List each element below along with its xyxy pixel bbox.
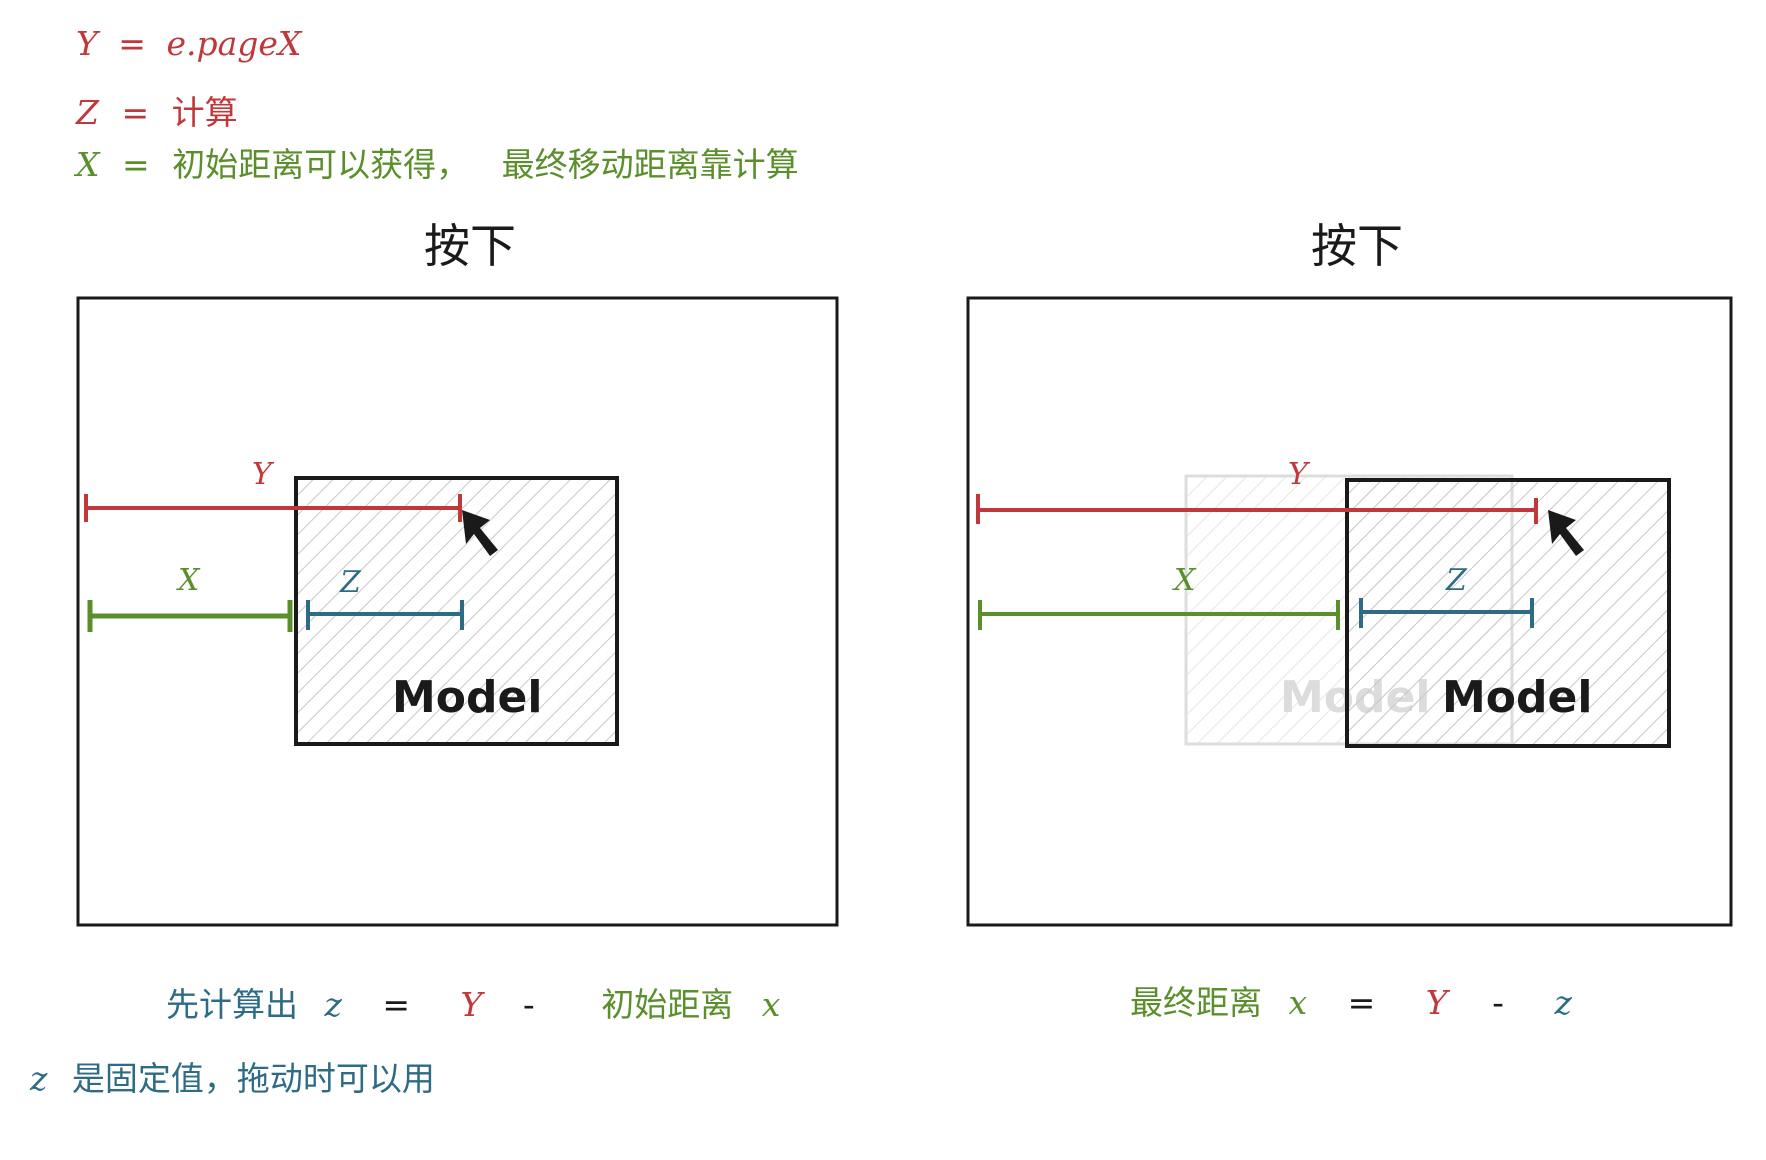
panel-1-caption: 先计算出 z = Y - 初始距离 x bbox=[166, 978, 780, 1026]
panel-2-caption-y: Y bbox=[1425, 983, 1448, 1022]
panel-2-caption-minus: - bbox=[1492, 983, 1504, 1022]
panel-2-x-label: X bbox=[1172, 563, 1197, 598]
panel-1-caption-dist: 初始距离 bbox=[601, 985, 734, 1024]
panel-1-model-label: Model bbox=[392, 672, 542, 723]
footer-note: z 是固定值，拖动时可以用 bbox=[30, 1052, 435, 1100]
panel-1-caption-eq: = bbox=[382, 985, 411, 1024]
panel-2-caption-z: z bbox=[1554, 983, 1572, 1022]
panel-2-model-label: Model bbox=[1442, 672, 1592, 723]
panel-1-caption-prefix: 先计算出 bbox=[166, 985, 298, 1024]
panel-1-z-label: Z bbox=[339, 565, 362, 600]
panel-2-caption: 最终距离 x = Y - z bbox=[1130, 976, 1572, 1024]
panel-2-y-label: Y bbox=[1288, 457, 1311, 492]
footer-text: 是固定值，拖动时可以用 bbox=[71, 1059, 435, 1098]
panel-1-caption-z: z bbox=[324, 985, 342, 1024]
panel-2-caption-x: x bbox=[1288, 983, 1308, 1022]
panel-2-caption-eq: = bbox=[1347, 983, 1376, 1022]
panel-1-caption-y: Y bbox=[460, 985, 483, 1024]
panel-1-x-label: X bbox=[176, 563, 201, 598]
panel-1-y-label: Y bbox=[252, 457, 275, 492]
panel-1-caption-minus: - bbox=[522, 985, 535, 1024]
panel-2-caption-prefix: 最终距离 bbox=[1130, 983, 1262, 1022]
footer-z: z bbox=[30, 1059, 48, 1098]
panel-2-z-label: Z bbox=[1445, 563, 1468, 598]
panel-1-caption-x: x bbox=[761, 985, 781, 1024]
panel-1-x-measure bbox=[87, 600, 293, 632]
